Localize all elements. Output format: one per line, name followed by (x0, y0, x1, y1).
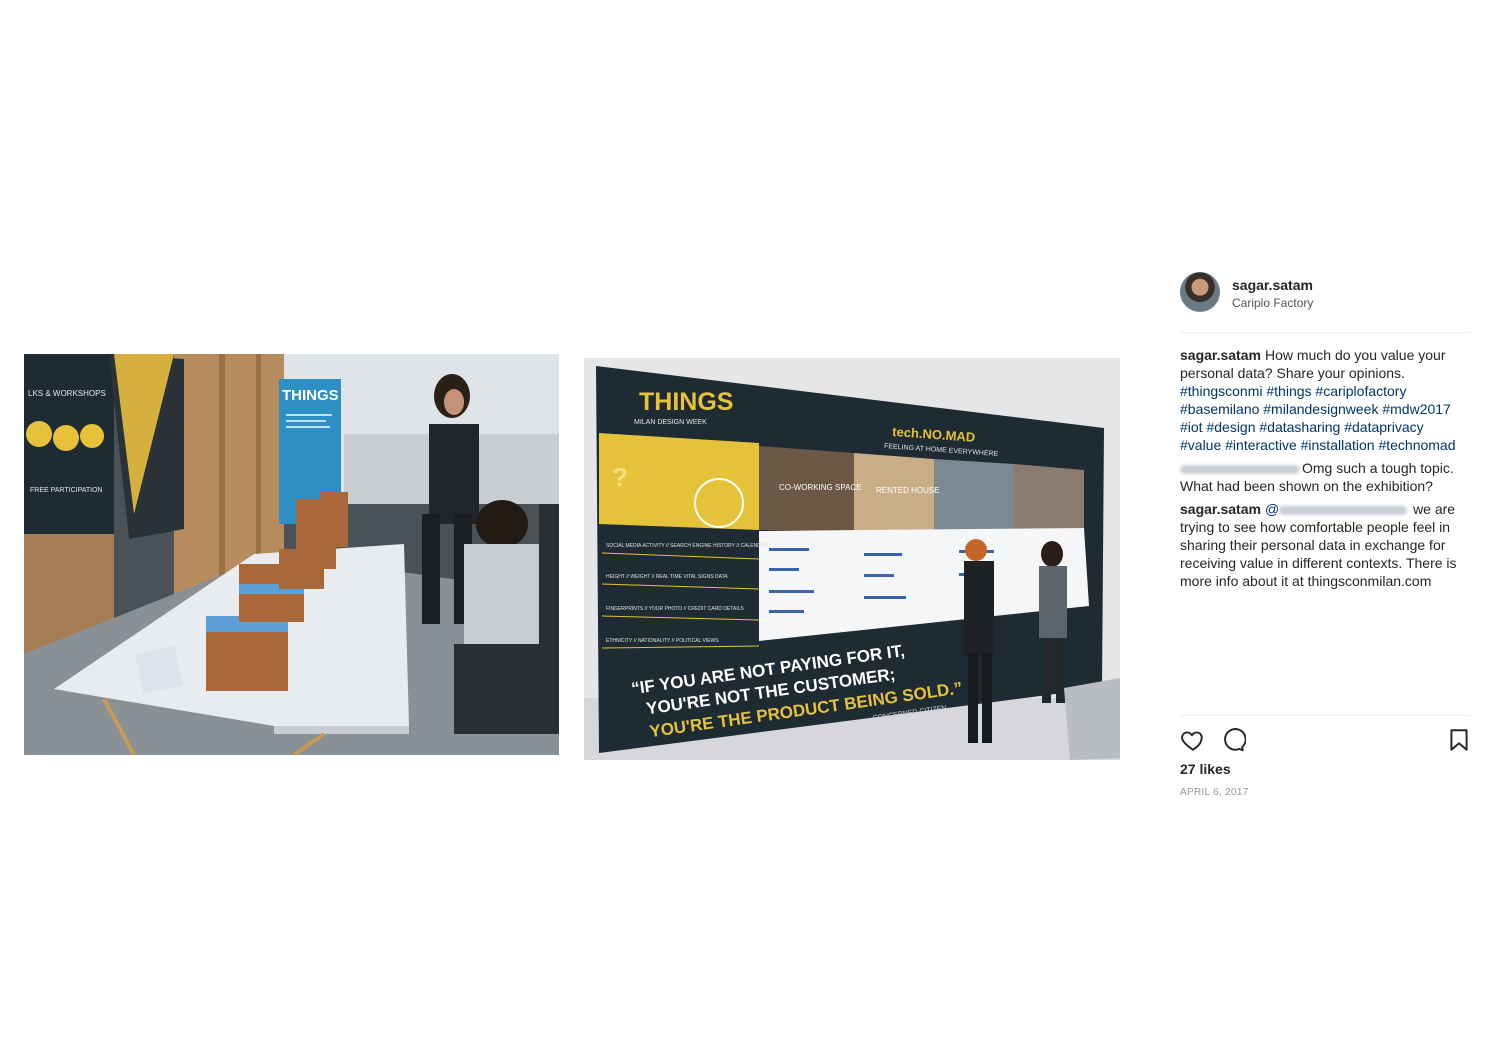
action-bar (1180, 727, 1470, 755)
poster-logo-sub: MILAN DESIGN WEEK (634, 419, 707, 426)
redacted-username (1180, 464, 1300, 474)
caption-username[interactable]: sagar.satam (1180, 347, 1261, 363)
post-date[interactable]: APRIL 6, 2017 (1180, 787, 1249, 798)
photo-2-illustration: THINGS MILAN DESIGN WEEK tech.NO.MAD FEE… (584, 358, 1120, 760)
banner-title: THINGS (282, 387, 339, 404)
caption-hashtags[interactable]: #thingsconmi #things #cariplofactory #ba… (1180, 383, 1456, 453)
data-row-3: FINGERPRINTS // YOUR PHOTO // CREDIT CAR… (606, 606, 744, 612)
photo-1-illustration: LKS & WORKSHOPS FREE PARTICIPATION THING… (24, 354, 559, 755)
caption: sagar.satam How much do you value your pe… (1180, 346, 1468, 454)
avatar[interactable] (1180, 272, 1220, 312)
poster-text-2: FREE PARTICIPATION (30, 487, 103, 494)
data-row-2: HEIGHT // WEIGHT // REAL TIME VITAL SIGN… (606, 574, 728, 580)
data-row-4: ETHNICITY // NATIONALITY // POLITICAL VI… (606, 638, 719, 644)
poster-text-1: LKS & WORKSHOPS (28, 389, 106, 398)
post-photo-1: LKS & WORKSHOPS FREE PARTICIPATION THING… (24, 354, 559, 755)
post-sidebar: sagar.satam Cariplo Factory sagar.satam H… (1180, 272, 1470, 812)
comment-icon[interactable] (1220, 727, 1247, 753)
redacted-mention (1279, 505, 1408, 515)
post-header: sagar.satam Cariplo Factory (1180, 272, 1470, 332)
header-divider (1180, 332, 1470, 333)
actions-divider (1180, 715, 1470, 716)
post-photo-2: THINGS MILAN DESIGN WEEK tech.NO.MAD FEE… (584, 358, 1120, 760)
context-1-label: CO-WORKING SPACE (779, 483, 862, 492)
header-username[interactable]: sagar.satam (1232, 277, 1313, 293)
heart-icon[interactable] (1180, 727, 1206, 753)
reply-username[interactable]: sagar.satam (1180, 501, 1261, 517)
bookmark-icon[interactable] (1446, 727, 1472, 753)
svg-text:?: ? (612, 462, 628, 492)
header-location[interactable]: Cariplo Factory (1232, 296, 1313, 310)
comments-section: sagar.satam How much do you value your pe… (1180, 346, 1468, 595)
poster-logo: THINGS (639, 388, 733, 416)
likes-count[interactable]: 27 likes (1180, 761, 1231, 777)
reply-mention[interactable]: @ (1265, 501, 1279, 517)
context-2-label: RENTED HOUSE (876, 486, 940, 495)
data-row-1: SOCIAL MEDIA ACTIVITY // SEARCH ENGINE H… (606, 543, 768, 549)
reply-comment: sagar.satam @ we are trying to see how co… (1180, 500, 1468, 590)
comment-1: Omg such a tough topic. What had been sh… (1180, 459, 1468, 495)
